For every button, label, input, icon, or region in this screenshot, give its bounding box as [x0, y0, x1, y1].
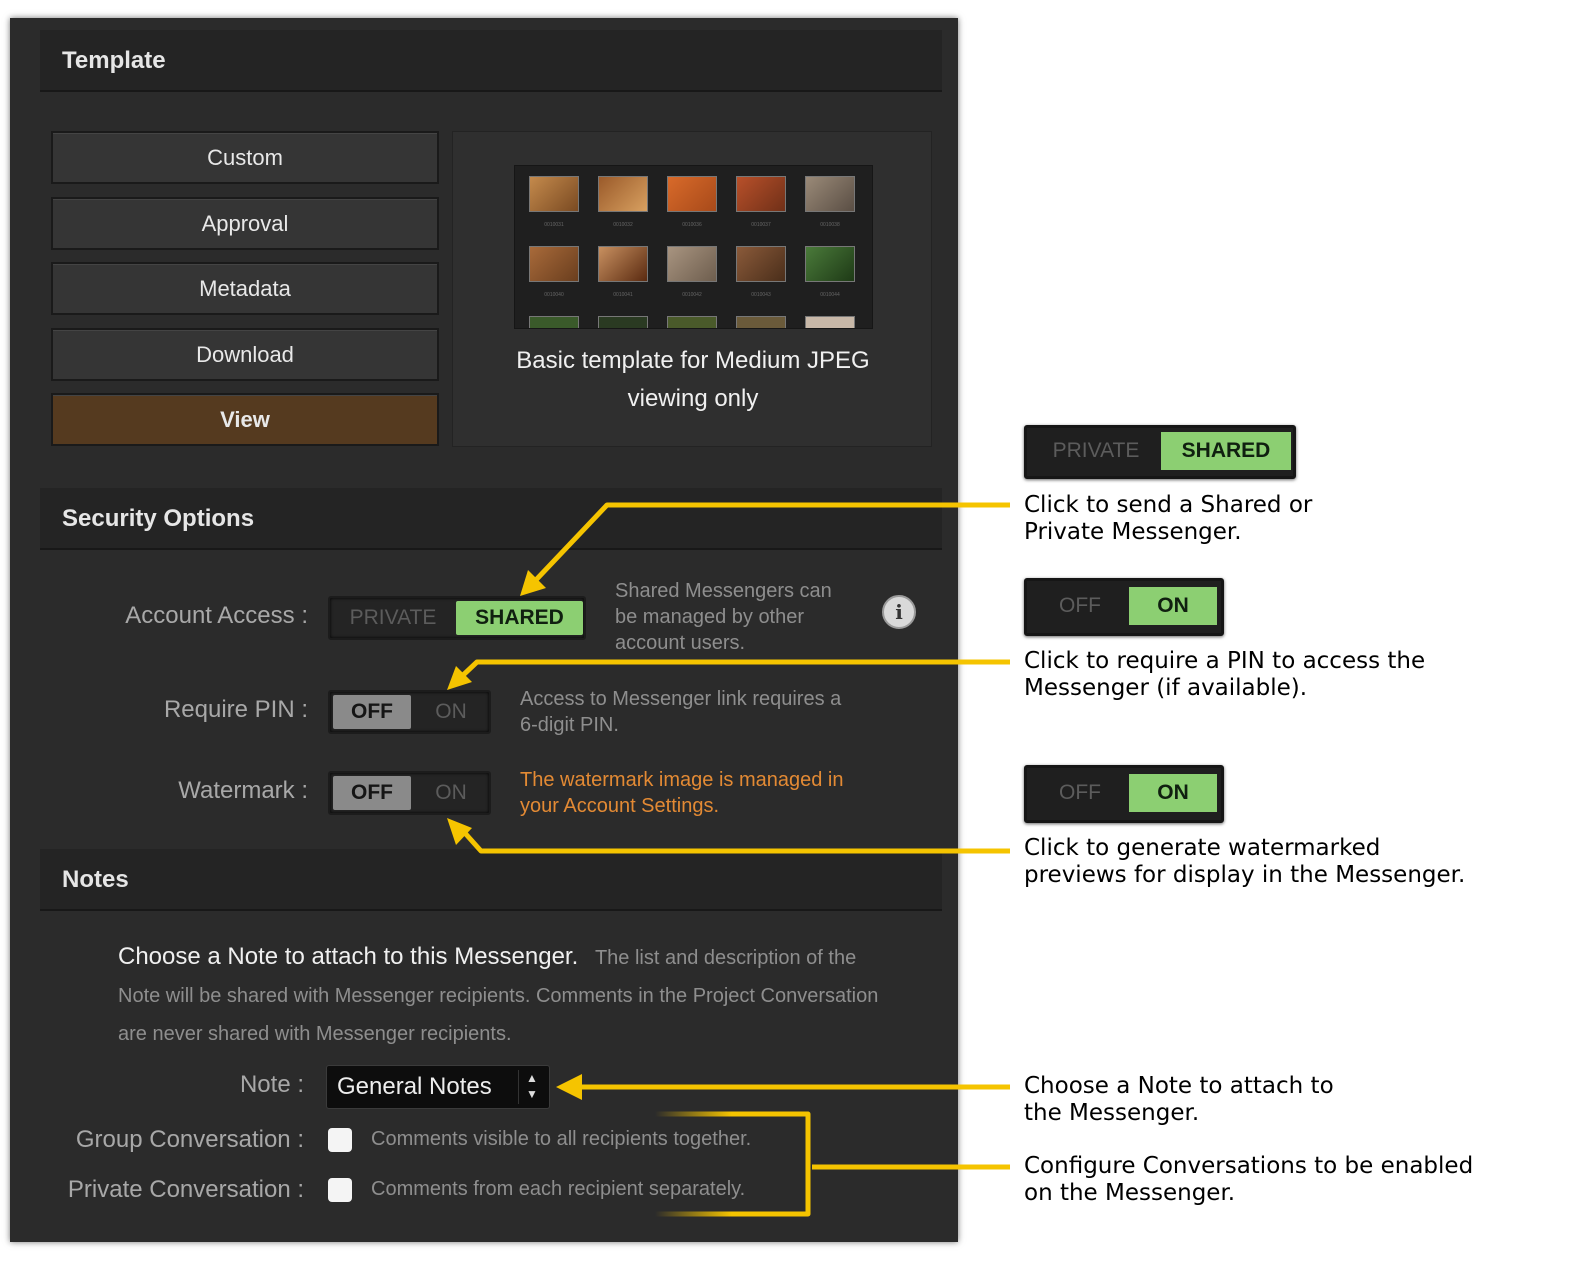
arrow-pin: [458, 659, 1010, 680]
annotation-line: Configure Conversations to be enabled: [1024, 1153, 1474, 1179]
annotation-line: Private Messenger.: [1024, 519, 1242, 545]
annotation-on-seg: ON: [1129, 587, 1217, 625]
arrow-shared: [532, 502, 1010, 584]
annotation-shared-toggle: PRIVATE SHARED: [1024, 425, 1296, 479]
annotation-shared-text: Click to send a Shared or Private Messen…: [1024, 492, 1312, 546]
annotation-off-seg: OFF: [1059, 594, 1101, 617]
annotation-pin-text: Click to require a PIN to access the Mes…: [1024, 648, 1425, 702]
arrow-watermark: [462, 830, 1010, 854]
annotation-line: Click to generate watermarked: [1024, 835, 1381, 861]
annotation-pin-toggle: OFF ON: [1024, 578, 1224, 636]
annotation-arrows: [447, 502, 1010, 1217]
annotation-shared-seg: SHARED: [1161, 432, 1291, 470]
annotation-line: on the Messenger.: [1024, 1180, 1236, 1206]
annotation-line: the Messenger.: [1024, 1100, 1200, 1126]
annotation-private-seg: PRIVATE: [1052, 439, 1140, 462]
annotation-off-seg: OFF: [1059, 781, 1101, 804]
annotation-conversation-text: Configure Conversations to be enabled on…: [1024, 1153, 1473, 1207]
annotation-line: previews for display in the Messenger.: [1024, 862, 1466, 888]
conversation-bracket: [655, 1111, 811, 1217]
annotation-line: Click to require a PIN to access the: [1024, 648, 1426, 674]
annotation-line: Messenger (if available).: [1024, 675, 1308, 701]
annotation-watermark-text: Click to generate watermarked previews f…: [1024, 835, 1465, 889]
annotation-on-seg: ON: [1129, 774, 1217, 812]
annotation-note-text: Choose a Note to attach to the Messenger…: [1024, 1073, 1334, 1127]
annotation-watermark-toggle: OFF ON: [1024, 765, 1224, 823]
annotation-line: Click to send a Shared or: [1024, 492, 1313, 518]
annotation-line: Choose a Note to attach to: [1024, 1073, 1334, 1099]
